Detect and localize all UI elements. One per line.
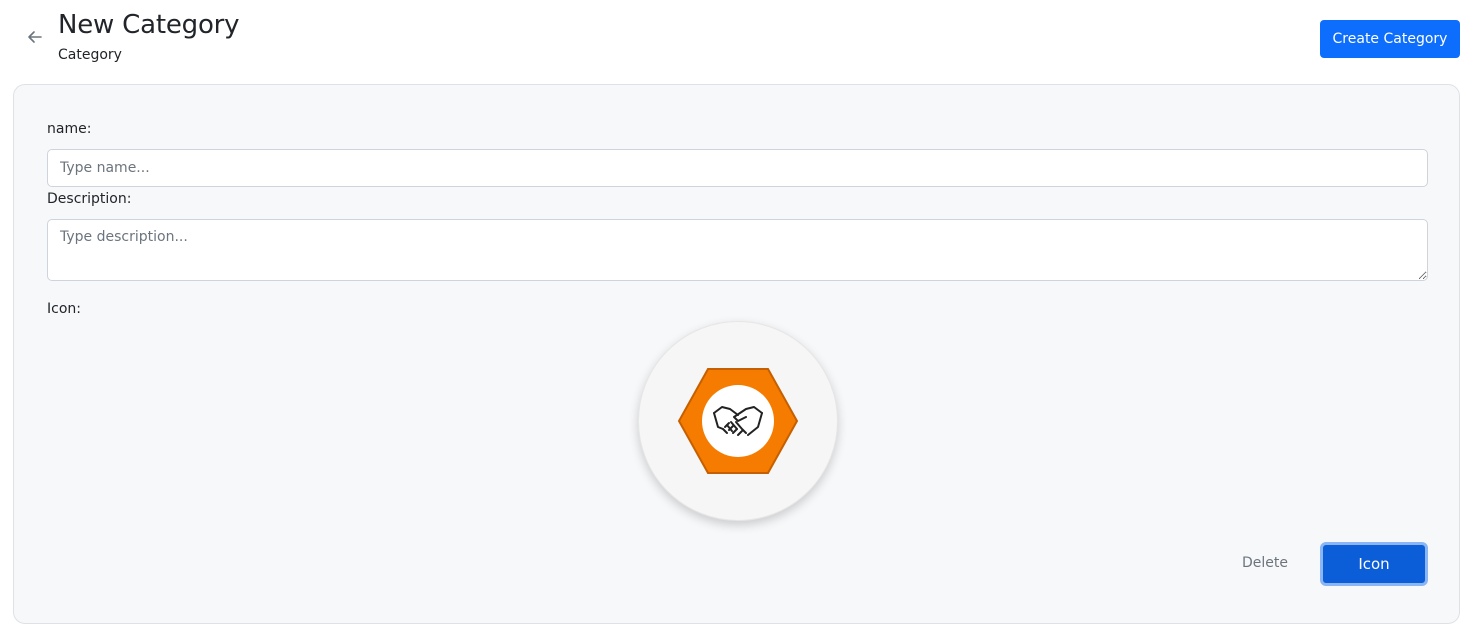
icon-preview[interactable] (638, 321, 838, 521)
description-textarea[interactable] (47, 219, 1428, 281)
hexagon-icon (677, 368, 799, 474)
page-subtitle: Category (58, 47, 122, 63)
create-category-button[interactable]: Create Category (1320, 20, 1460, 58)
description-label: Description: (47, 191, 132, 207)
new-category-page: New Category Category Create Category na… (0, 0, 1474, 636)
page-title: New Category (58, 10, 240, 40)
back-arrow-icon[interactable] (22, 24, 48, 50)
delete-icon-button[interactable]: Delete (1230, 543, 1300, 583)
category-form-card: name: Description: Icon: Delete Icon (13, 84, 1460, 624)
select-icon-button[interactable]: Icon (1320, 542, 1428, 586)
icon-label: Icon: (47, 301, 81, 317)
name-label: name: (47, 121, 92, 137)
name-input[interactable] (47, 149, 1428, 187)
